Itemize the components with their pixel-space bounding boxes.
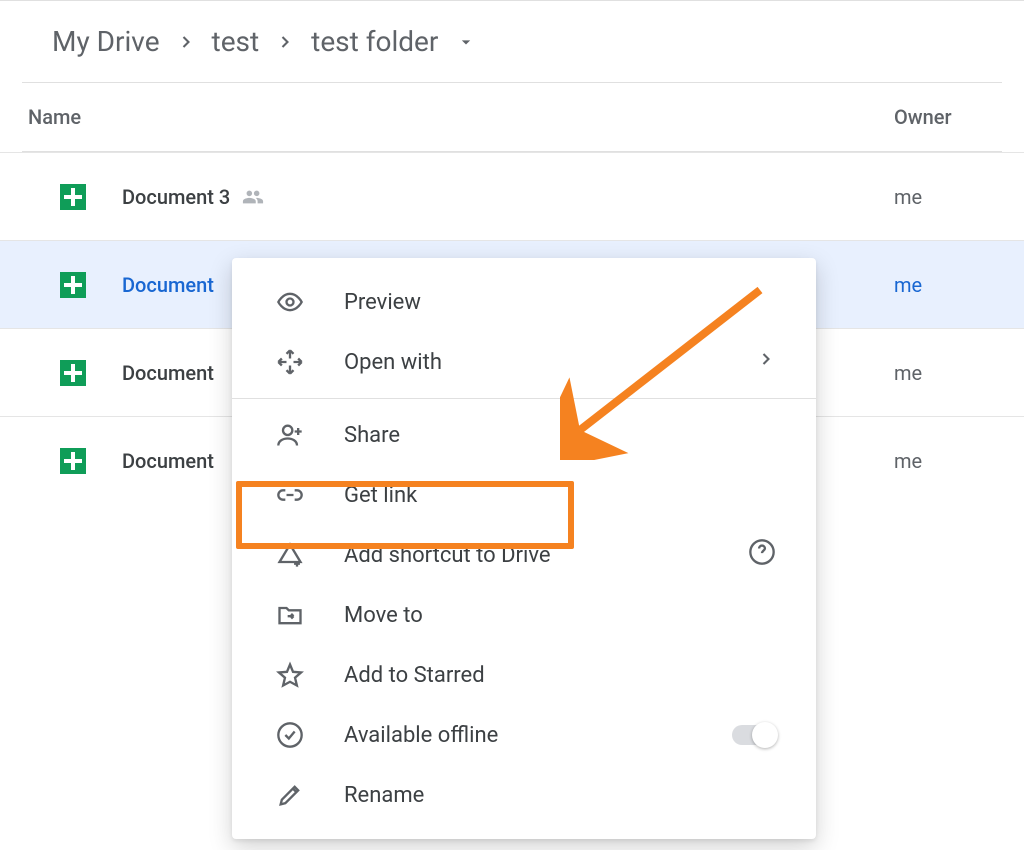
menu-available-offline[interactable]: Available offline — [232, 705, 816, 765]
menu-label: Open with — [344, 350, 442, 375]
menu-label: Get link — [344, 483, 417, 508]
breadcrumb: My Drive test test folder — [0, 1, 1024, 82]
pencil-icon — [276, 781, 304, 809]
link-icon — [276, 481, 304, 509]
shared-icon — [242, 186, 264, 208]
sheets-icon — [60, 360, 86, 386]
file-owner: me — [894, 449, 1024, 473]
chevron-right-icon — [275, 32, 295, 52]
menu-label: Add to Starred — [344, 663, 485, 688]
file-owner: me — [894, 185, 1024, 209]
drive-shortcut-icon — [276, 541, 304, 569]
folder-move-icon — [276, 601, 304, 629]
column-header-row: Name Owner — [0, 83, 1024, 151]
eye-icon — [276, 288, 304, 316]
menu-rename[interactable]: Rename — [232, 765, 816, 825]
dropdown-icon[interactable] — [456, 32, 476, 52]
menu-label: Rename — [344, 783, 424, 808]
context-menu: Preview Open with Share Get link Add sho… — [232, 258, 816, 839]
menu-add-shortcut[interactable]: Add shortcut to Drive — [232, 525, 816, 585]
file-owner: me — [894, 273, 1024, 297]
breadcrumb-mid[interactable]: test — [202, 19, 270, 64]
help-icon[interactable] — [748, 538, 776, 572]
offline-icon — [276, 721, 304, 749]
person-add-icon — [276, 421, 304, 449]
menu-open-with[interactable]: Open with — [232, 332, 816, 392]
menu-share[interactable]: Share — [232, 405, 816, 465]
menu-label: Move to — [344, 603, 423, 628]
menu-move-to[interactable]: Move to — [232, 585, 816, 645]
menu-add-starred[interactable]: Add to Starred — [232, 645, 816, 705]
menu-label: Preview — [344, 290, 421, 315]
move-icon — [276, 348, 304, 376]
sheets-icon — [60, 272, 86, 298]
menu-get-link[interactable]: Get link — [232, 465, 816, 525]
menu-label: Add shortcut to Drive — [344, 543, 551, 568]
file-owner: me — [894, 361, 1024, 385]
star-icon — [276, 661, 304, 689]
file-row[interactable]: Document 3 me — [0, 152, 1024, 240]
sheets-icon — [60, 448, 86, 474]
menu-label: Share — [344, 423, 400, 448]
menu-label: Available offline — [344, 723, 498, 748]
breadcrumb-root[interactable]: My Drive — [42, 19, 170, 64]
sheets-icon — [60, 184, 86, 210]
breadcrumb-leaf[interactable]: test folder — [301, 19, 448, 64]
column-header-owner[interactable]: Owner — [894, 105, 1024, 129]
menu-preview[interactable]: Preview — [232, 272, 816, 332]
chevron-right-icon — [176, 32, 196, 52]
toggle-off[interactable] — [732, 725, 776, 745]
column-header-name[interactable]: Name — [28, 105, 894, 129]
file-name: Document 3 — [122, 185, 894, 209]
chevron-right-icon — [756, 349, 776, 375]
